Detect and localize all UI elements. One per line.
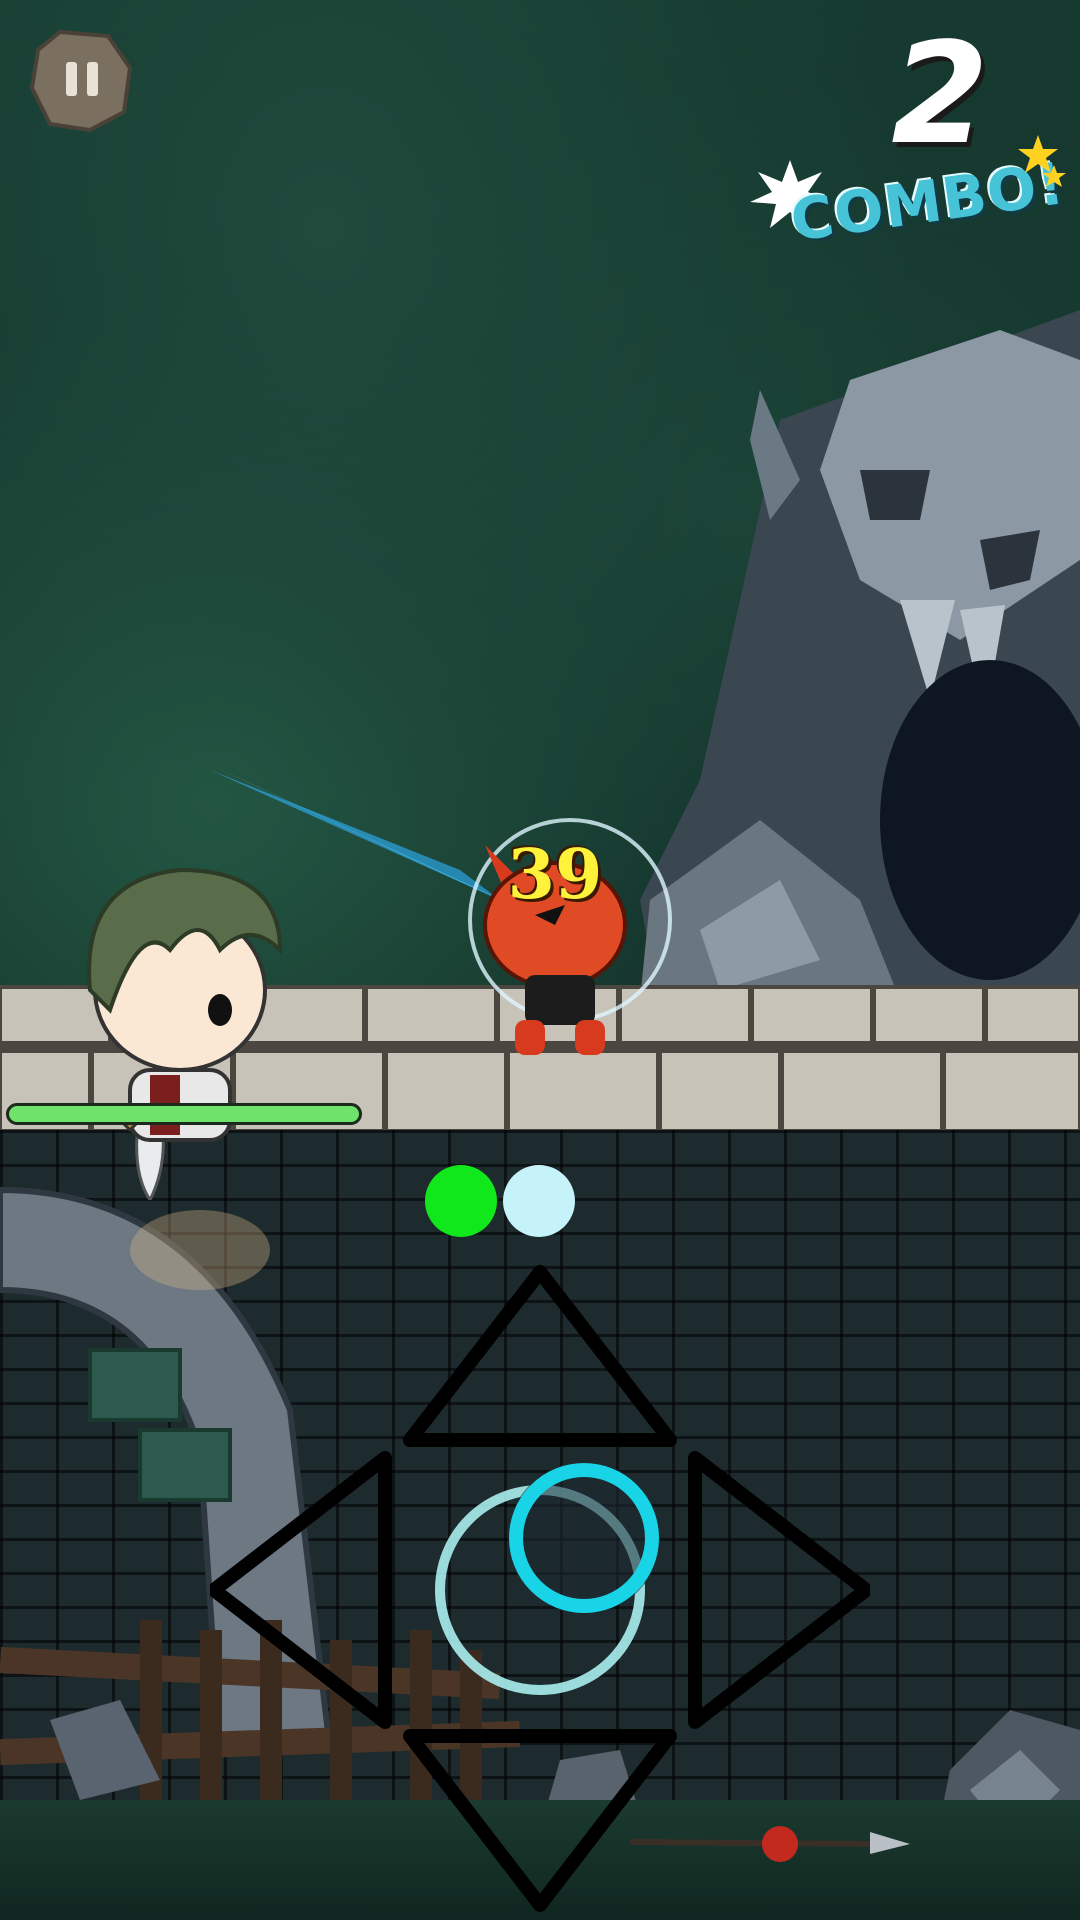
charge-indicator-green [425, 1165, 497, 1237]
dpad-left-button[interactable] [210, 1450, 395, 1730]
pause-icon [29, 29, 133, 133]
directional-pad [210, 1260, 870, 1920]
player-health-fill [9, 1106, 359, 1122]
damage-number: 39 [507, 835, 603, 915]
pause-button[interactable] [29, 28, 134, 133]
player-health-bar [6, 1103, 362, 1125]
combo-counter: 2 COMBO! [740, 13, 1070, 255]
combo-count: 2 [891, 13, 989, 176]
dpad-right-button[interactable] [685, 1450, 870, 1730]
charge-indicator-light [503, 1165, 575, 1237]
star-sparkle-icon [1018, 135, 1066, 187]
dpad-down-button[interactable] [410, 1726, 670, 1916]
dpad-up-button[interactable] [410, 1260, 670, 1450]
